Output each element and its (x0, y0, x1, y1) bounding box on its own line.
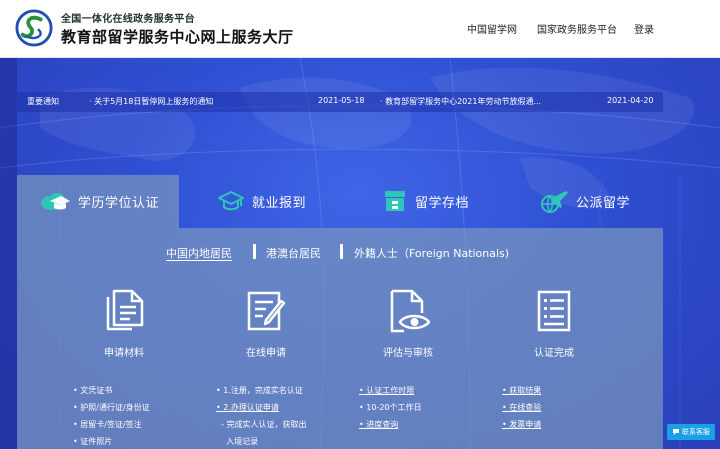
document-eye-icon (390, 289, 430, 333)
list-item: • 1.注册，完成实名认证 (216, 386, 303, 395)
documents-icon (106, 289, 144, 331)
tab-study-archive[interactable]: 留学存档 (383, 186, 469, 216)
segment-hk-macao-taiwan[interactable]: 港澳台居民 (266, 245, 321, 261)
step-title: 评估与审核 (383, 348, 433, 359)
logo-icon[interactable] (15, 9, 53, 47)
edit-form-icon (247, 291, 286, 331)
list-item: • 10-20个工作日 (359, 403, 422, 412)
segment-divider (340, 244, 343, 259)
tab-label: 学历学位认证 (78, 195, 160, 211)
tab-label: 公派留学 (576, 195, 631, 211)
list-item-link[interactable]: • 2.办理认证申请 (216, 399, 307, 416)
tab-label: 就业报到 (252, 195, 307, 211)
notice-item-date: 2021-05-18 (318, 96, 365, 105)
step-title: 认证完成 (534, 348, 574, 359)
list-item-link[interactable]: • 在线查验 (502, 399, 541, 416)
tab-degree-verification[interactable]: 学历学位认证 (40, 186, 159, 216)
list-item: • 居留卡/签证/签注 (73, 420, 142, 429)
tab-label: 留学存档 (415, 195, 470, 211)
nav-link-gov-platform[interactable]: 国家政务服务平台 (537, 21, 617, 36)
tab-government-sponsored[interactable]: 公派留学 (540, 186, 630, 216)
archive-icon (385, 191, 405, 211)
materials-list: • 文凭证书 • 护照/通行证/身份证 • 居留卡/签证/签注 • 证件照片 (73, 382, 150, 449)
platform-name: 全国一体化在线政务服务平台 (61, 14, 195, 25)
graduation-cap-cloud-icon (41, 193, 70, 210)
list-item: 入境记录 (216, 437, 259, 446)
notice-item-title[interactable]: · 教育部留学服务中心2021年劳动节放假通... (380, 96, 541, 107)
step-title: 申请材料 (104, 348, 144, 359)
notice-item-date: 2021-04-20 (607, 96, 654, 105)
segment-divider (253, 244, 256, 259)
notice-label: 重要通知 (27, 97, 59, 106)
list-item: • 文凭证书 (73, 386, 113, 395)
graduation-cap-icon (218, 191, 244, 211)
list-item-link[interactable]: • 认证工作时限 (359, 382, 422, 399)
list-item: • 证件照片 (73, 437, 113, 446)
list-item-link[interactable]: • 发票申请 (502, 416, 541, 433)
chat-icon (673, 429, 679, 435)
login-link[interactable]: 登录 (634, 21, 654, 36)
notice-bar: 重要通知 · 关于5月18日暂停网上服务的通知 2021-05-18 · 教育部… (17, 92, 663, 112)
list-item-link[interactable]: • 进度查询 (359, 416, 422, 433)
segment-mainland-residents[interactable]: 中国内地居民 (166, 245, 232, 261)
airplane-globe-icon (541, 191, 568, 213)
tab-employment-registration[interactable]: 就业报到 (218, 186, 306, 216)
certificate-list-icon (537, 290, 571, 332)
site-header: 全国一体化在线政务服务平台 教育部留学服务中心网上服务大厅 中国留学网 国家政务… (0, 0, 720, 58)
review-list: • 认证工作时限 • 10-20个工作日 • 进度查询 (359, 382, 422, 433)
list-item-link[interactable]: • 获取结果 (502, 382, 541, 399)
customer-service-button[interactable]: 联系客服 (667, 424, 715, 440)
step-title: 在线申请 (246, 348, 286, 359)
apply-online-list: • 1.注册，完成实名认证 • 2.办理认证申请 - 完成实人认证，获取出 入境… (216, 382, 307, 449)
notice-item-title[interactable]: · 关于5月18日暂停网上服务的通知 (89, 96, 213, 107)
customer-service-label: 联系客服 (682, 428, 710, 436)
segment-foreign-nationals[interactable]: 外籍人士（Foreign Nationals) (354, 245, 509, 261)
left-decoration-strip (0, 58, 17, 449)
nav-link-cscse[interactable]: 中国留学网 (467, 21, 517, 36)
site-title: 教育部留学服务中心网上服务大厅 (61, 28, 294, 46)
completion-list: • 获取结果 • 在线查验 • 发票申请 (502, 382, 541, 433)
list-item: - 完成实人认证，获取出 (216, 420, 307, 429)
list-item: • 护照/通行证/身份证 (73, 403, 150, 412)
